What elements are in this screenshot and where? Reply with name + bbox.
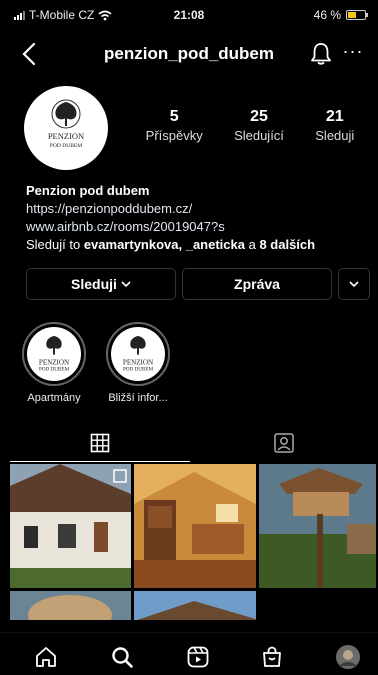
message-button[interactable]: Zpráva [182, 268, 332, 300]
post-thumbnail[interactable] [259, 464, 376, 588]
post-thumbnail[interactable] [134, 591, 256, 620]
battery-label: 46 % [313, 8, 341, 22]
followed-users: evamartynkova, _aneticka [83, 237, 245, 252]
more-options-icon[interactable]: ··· [340, 41, 366, 67]
highlight-blizsi-info[interactable]: PENZION POD DUBEM Bližší infor... [98, 322, 178, 404]
followed-by[interactable]: Sledují to evamartynkova, _aneticka a 8 … [26, 236, 366, 254]
following-label: Sleduji [71, 276, 117, 292]
following-button[interactable]: Sleduji [26, 268, 176, 300]
profile-actions: Sleduji Zpráva [26, 268, 370, 300]
stat-label: Sleduji [315, 128, 355, 143]
profile-avatar[interactable] [334, 645, 362, 669]
logo-line-2: POD DUBEM [123, 367, 153, 373]
penzion-logo: PENZION POD DUBEM [123, 336, 153, 373]
profile-tabs [0, 424, 378, 462]
tab-posts-grid[interactable] [10, 424, 190, 462]
stat-value: 25 [250, 108, 268, 125]
garden-sign-photo [259, 464, 376, 588]
suggested-accounts-button[interactable] [338, 268, 370, 300]
website-link-2[interactable]: www.airbnb.cz/rooms/20019047?s [26, 218, 366, 236]
followed-more: 8 dalších [259, 237, 316, 252]
profile-name: Penzion pod dubem [26, 183, 150, 198]
house-photo [10, 464, 131, 588]
home-icon[interactable] [32, 645, 60, 669]
battery-block: 46 % [313, 8, 368, 22]
logo-line-1: PENZION [39, 358, 69, 366]
stat-followers[interactable]: 25 Sledující [234, 108, 284, 143]
status-bar: T-Mobile CZ 21:08 46 % [0, 0, 378, 30]
profile-bio: Penzion pod dubem https://penzionpoddube… [26, 182, 366, 254]
logo-line-1: PENZION [123, 358, 153, 366]
battery-fill [348, 12, 357, 18]
sign-photo [10, 591, 131, 620]
penzion-logo: PENZION POD DUBEM [48, 99, 84, 149]
stat-value: 5 [169, 108, 179, 125]
highlight-logo: PENZION POD DUBEM [111, 327, 165, 381]
exterior-photo [134, 591, 256, 620]
highlight-apartmany[interactable]: PENZION POD DUBEM Apartmány [14, 322, 94, 404]
posts-grid [10, 464, 376, 620]
highlight-logo: PENZION POD DUBEM [27, 327, 81, 381]
message-label: Zpráva [234, 276, 280, 292]
chevron-down-icon [121, 281, 131, 288]
bell-icon[interactable] [308, 41, 334, 67]
website-link-1[interactable]: https://penzionpoddubem.cz/ [26, 200, 366, 218]
tagged-person-icon [274, 433, 294, 453]
grid-icon [90, 433, 110, 452]
bottom-navigation [0, 632, 378, 675]
highlight-ring: PENZION POD DUBEM [106, 322, 170, 386]
battery-icon [346, 10, 368, 20]
tab-tagged[interactable] [194, 424, 374, 462]
stat-label: Příspěvky [145, 128, 203, 143]
highlight-label: Apartmány [27, 392, 81, 404]
followed-middle: a [244, 237, 260, 252]
chevron-down-icon [349, 281, 359, 288]
post-thumbnail[interactable] [134, 464, 256, 588]
stat-following[interactable]: 21 Sleduji [315, 108, 354, 143]
logo-line-2: POD DUBEM [50, 143, 82, 149]
logo-line-2: POD DUBEM [39, 367, 69, 373]
followed-prefix: Sledují to [26, 237, 84, 252]
post-thumbnail[interactable] [10, 464, 131, 588]
stat-value: 21 [325, 108, 344, 125]
shop-icon[interactable] [258, 645, 286, 669]
stat-label: Sledující [234, 128, 284, 143]
profile-stats: 5 Příspěvky 25 Sledující 21 Sleduji [130, 108, 370, 143]
penzion-logo: PENZION POD DUBEM [39, 336, 69, 373]
highlight-ring: PENZION POD DUBEM [22, 322, 86, 386]
search-icon[interactable] [108, 645, 136, 669]
post-thumbnail[interactable] [10, 591, 131, 620]
profile-avatar[interactable]: PENZION POD DUBEM [24, 86, 108, 170]
profile-header: penzion_pod_dubem ··· [0, 36, 378, 72]
stat-posts[interactable]: 5 Příspěvky [146, 108, 203, 143]
highlight-label: Bližší infor... [108, 392, 168, 404]
logo-line-1: PENZION [48, 131, 84, 141]
reels-icon[interactable] [184, 645, 212, 669]
room-photo [134, 464, 256, 588]
